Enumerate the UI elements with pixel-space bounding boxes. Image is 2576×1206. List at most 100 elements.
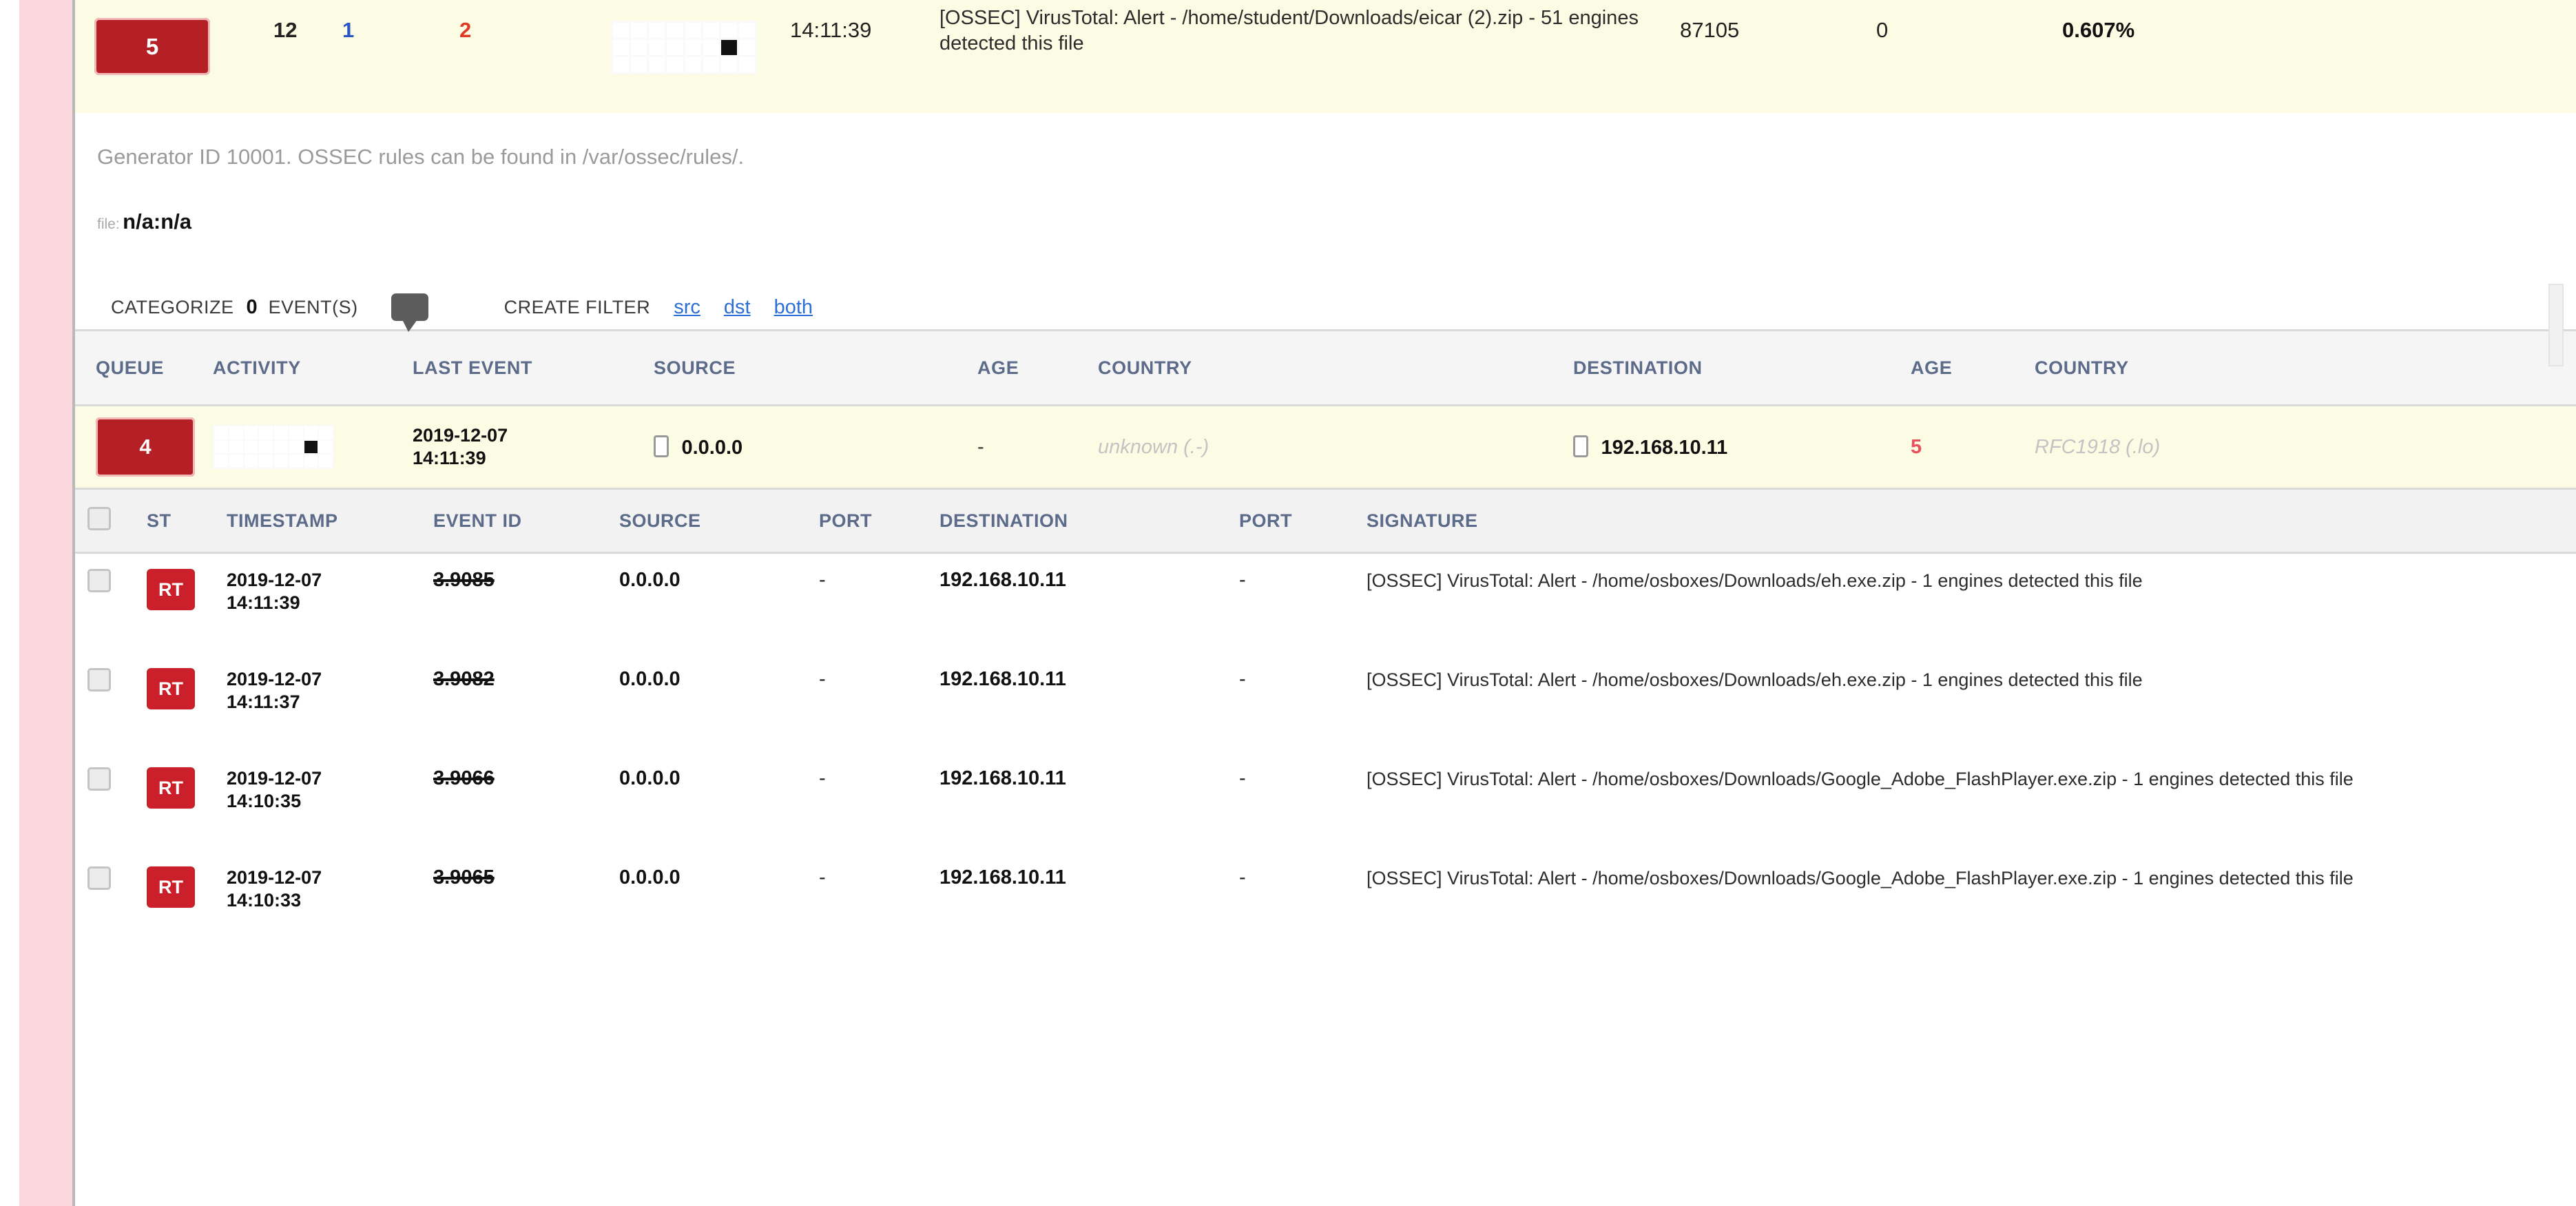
queue-count-badge[interactable]: 5 [94, 18, 210, 75]
col-header-timestamp[interactable]: TIMESTAMP [227, 510, 433, 532]
row-destination-cell: 192.168.10.11 [939, 866, 1239, 889]
session-dest-country-cell: RFC1918 (.lo) [2035, 436, 2576, 459]
col-header-destination[interactable]: DESTINATION [1573, 357, 1911, 379]
row-event-id[interactable]: 3.9066 [433, 767, 495, 789]
session-dest-country: RFC1918 (.lo) [2035, 435, 2161, 458]
row-source-cell: 0.0.0.0 [619, 767, 819, 790]
status-badge[interactable]: RT [147, 668, 195, 709]
row-source-cell: 0.0.0.0 [619, 866, 819, 889]
status-badge[interactable]: RT [147, 866, 195, 908]
speech-bubble-icon[interactable] [391, 293, 428, 332]
row-destination-cell: 192.168.10.11 [939, 569, 1239, 592]
row-event-id[interactable]: 3.9065 [433, 866, 495, 888]
col-header-src-age[interactable]: AGE [977, 357, 1098, 379]
row-select-checkbox[interactable] [87, 569, 111, 592]
col-header-src-country[interactable]: COUNTRY [1098, 357, 1573, 379]
row-destination-ip[interactable]: 192.168.10.11 [939, 668, 1066, 690]
row-signature[interactable]: [OSSEC] VirusTotal: Alert - /home/osboxe… [1367, 767, 2576, 791]
col-header-last-event[interactable]: LAST EVENT [413, 357, 654, 379]
session-row[interactable]: 4 2019-12-07 14:11:39 0.0.0.0 - unknown … [75, 406, 2576, 488]
row-event-id-cell: 3.9082 [433, 668, 619, 691]
row-time: 14:11:39 [227, 592, 300, 613]
row-status-cell: RT [147, 668, 227, 709]
row-source-ip[interactable]: 0.0.0.0 [619, 866, 681, 888]
table-row[interactable]: RT 2019-12-07 14:10:33 3.9065 0.0.0.0-192.16… [75, 851, 2576, 950]
session-dest-age-cell: 5 [1911, 436, 2035, 459]
row-src-port-cell: - [819, 569, 939, 592]
col-header-queue[interactable]: QUEUE [75, 357, 213, 379]
col-header-status[interactable]: ST [147, 510, 227, 532]
row-event-id[interactable]: 3.9085 [433, 569, 495, 591]
filter-link-dst[interactable]: dst [724, 296, 751, 319]
alert-detail-block: Generator ID 10001. OSSEC rules can be f… [75, 113, 2576, 332]
table-row[interactable]: RT 2019-12-07 14:11:37 3.9082 0.0.0.0-192.16… [75, 653, 2576, 752]
row-signature[interactable]: [OSSEC] VirusTotal: Alert - /home/osboxe… [1367, 668, 2576, 692]
alert-summary-row[interactable]: 5 12 1 2 14:11:39 [OSSEC] VirusTotal: Al… [75, 0, 2576, 113]
col-header-event-id[interactable]: EVENT ID [433, 510, 619, 532]
col-header-dst-country[interactable]: COUNTRY [2035, 357, 2576, 379]
row-destination-ip[interactable]: 192.168.10.11 [939, 767, 1066, 789]
categorize-button[interactable]: CATEGORIZE [111, 297, 234, 318]
col-header-signature[interactable]: SIGNATURE [1367, 510, 2576, 532]
vertical-scrollbar-thumb[interactable] [2548, 284, 2564, 366]
row-select-checkbox[interactable] [87, 767, 111, 791]
session-destination-ip[interactable]: 192.168.10.11 [1601, 437, 1727, 459]
col-header-event-source[interactable]: SOURCE [619, 510, 819, 532]
row-source-ip[interactable]: 0.0.0.0 [619, 569, 681, 591]
session-source-age: - [977, 435, 984, 458]
select-all-checkbox-cell [75, 506, 147, 535]
row-source-ip[interactable]: 0.0.0.0 [619, 668, 681, 690]
create-filter-label: CREATE FILTER [503, 296, 651, 318]
table-row[interactable]: RT 2019-12-07 14:10:35 3.9066 0.0.0.0 - 192.16… [75, 752, 2576, 851]
col-header-src-port[interactable]: PORT [819, 510, 939, 532]
session-source-ip[interactable]: 0.0.0.0 [681, 437, 742, 459]
filter-link-both[interactable]: both [774, 296, 813, 319]
row-dst-port-cell: - [1239, 668, 1367, 691]
filter-link-src[interactable]: src [674, 296, 700, 319]
session-last-event-time: 14:11:39 [413, 448, 486, 468]
row-select-checkbox[interactable] [87, 668, 111, 692]
session-source-country: unknown (.-) [1098, 435, 1209, 458]
row-destination-cell: 192.168.10.11 [939, 767, 1239, 790]
select-all-checkbox[interactable] [87, 506, 111, 530]
table-row[interactable]: RT 2019-12-07 14:11:39 3.9085 0.0.0.0-192.16… [75, 554, 2576, 653]
col-header-dst-age[interactable]: AGE [1911, 357, 2035, 379]
session-queue-badge[interactable]: 4 [96, 417, 195, 477]
row-destination-ip[interactable]: 192.168.10.11 [939, 866, 1066, 888]
summary-total-count-cell: 12 [273, 18, 342, 43]
col-header-dst-port[interactable]: PORT [1239, 510, 1367, 532]
generator-id-text: Generator ID 10001. OSSEC rules can be f… [97, 145, 745, 169]
row-source-ip[interactable]: 0.0.0.0 [619, 767, 681, 789]
col-header-source[interactable]: SOURCE [654, 357, 977, 379]
row-dst-port-cell: - [1239, 866, 1367, 889]
row-src-port: - [819, 668, 826, 690]
row-destination-cell: 192.168.10.11 [939, 668, 1239, 691]
col-header-activity[interactable]: ACTIVITY [213, 357, 413, 379]
row-timestamp-cell: 2019-12-07 14:10:35 [227, 767, 433, 813]
row-dst-port-cell: - [1239, 767, 1367, 790]
summary-source-count[interactable]: 1 [342, 18, 354, 42]
summary-dest-count[interactable]: 2 [459, 18, 471, 42]
row-signature[interactable]: [OSSEC] VirusTotal: Alert - /home/osboxe… [1367, 569, 2576, 593]
col-header-event-destination[interactable]: DESTINATION [939, 510, 1239, 532]
row-src-port-cell: - [819, 668, 939, 691]
row-dst-port: - [1239, 569, 1246, 591]
row-event-id[interactable]: 3.9082 [433, 668, 495, 690]
row-select-checkbox[interactable] [87, 866, 111, 890]
summary-signature[interactable]: [OSSEC] VirusTotal: Alert - /home/studen… [939, 6, 1680, 56]
row-date: 2019-12-07 [227, 669, 322, 689]
session-activity-cell [213, 425, 413, 469]
session-source-cell: 0.0.0.0 [654, 435, 977, 459]
session-last-event-cell: 2019-12-07 14:11:39 [413, 424, 654, 470]
row-signature[interactable]: [OSSEC] VirusTotal: Alert - /home/osboxe… [1367, 866, 2576, 891]
status-badge[interactable]: RT [147, 767, 195, 809]
row-src-port-cell: - [819, 767, 939, 790]
summary-zero-value: 0 [1876, 18, 1889, 42]
row-event-id-cell: 3.9066 [433, 767, 619, 790]
status-badge[interactable]: RT [147, 569, 195, 610]
row-destination-ip[interactable]: 192.168.10.11 [939, 569, 1066, 591]
row-checkbox-cell [75, 569, 147, 596]
row-checkbox-cell [75, 767, 147, 794]
event-rows-container: RT 2019-12-07 14:11:39 3.9085 0.0.0.0-192.16… [75, 554, 2576, 950]
row-src-port: - [819, 767, 826, 789]
